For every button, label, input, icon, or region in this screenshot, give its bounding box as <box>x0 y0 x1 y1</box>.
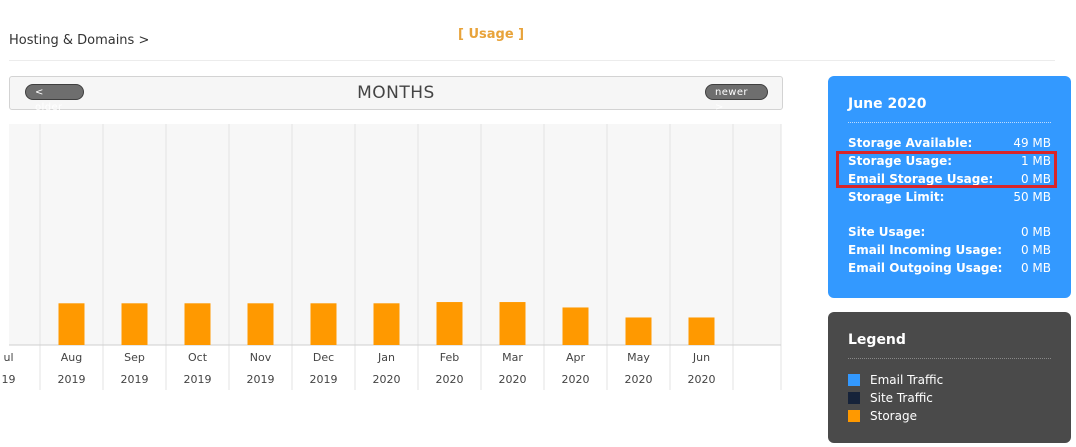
legend-panel: Legend Email Traffic Site Traffic Storag… <box>828 312 1071 443</box>
bar-feb-2020[interactable] <box>436 302 463 345</box>
bar-jan-2020[interactable] <box>373 303 400 345</box>
x-tick-month: Oct <box>188 351 208 364</box>
x-tick-month: Dec <box>313 351 334 364</box>
top-divider <box>9 60 1055 61</box>
x-tick-month: Jun <box>692 351 710 364</box>
bar-jun-2020[interactable] <box>688 317 715 345</box>
info-value: 0 MB <box>1020 243 1051 257</box>
x-tick-month: Sep <box>124 351 145 364</box>
x-tick-month: Apr <box>566 351 586 364</box>
x-tick-year: 2019 <box>247 373 275 386</box>
x-tick-year: 2020 <box>436 373 464 386</box>
x-tick-year: 2020 <box>562 373 590 386</box>
x-tick-year: 2019 <box>58 373 86 386</box>
legend-divider <box>848 358 1051 359</box>
usage-tab[interactable]: [ Usage ] <box>458 27 524 42</box>
info-row-email-outgoing-usage: Email Outgoing Usage: 0 MB <box>848 261 1051 277</box>
info-value: 0 MB <box>1020 225 1051 239</box>
info-row-storage-available: Storage Available: 49 MB <box>848 136 1051 152</box>
newer-button[interactable]: newer > <box>705 84 768 113</box>
x-tick-year: 2019 <box>310 373 338 386</box>
highlight-box <box>836 151 1057 188</box>
x-tick-year: 2020 <box>499 373 527 386</box>
info-row-email-incoming-usage: Email Incoming Usage: 0 MB <box>848 243 1051 259</box>
legend-label: Site Traffic <box>870 391 933 405</box>
info-label: Site Usage: <box>848 225 926 239</box>
info-label: Storage Available: <box>848 136 973 150</box>
bar-may-2020[interactable] <box>625 317 652 345</box>
legend-title: Legend <box>848 332 906 348</box>
x-tick-year: 19 <box>2 373 16 386</box>
x-tick-year: 2019 <box>184 373 212 386</box>
breadcrumb[interactable]: Hosting & Domains > <box>9 33 149 48</box>
info-row-storage-limit: Storage Limit: 50 MB <box>848 190 1051 206</box>
info-label: Email Outgoing Usage: <box>848 261 1003 275</box>
info-divider <box>848 122 1051 123</box>
x-tick-month: May <box>627 351 650 364</box>
info-label: Email Incoming Usage: <box>848 243 1003 257</box>
x-tick-month: Feb <box>440 351 459 364</box>
legend-label: Storage <box>870 409 917 423</box>
bar-mar-2020[interactable] <box>499 302 526 345</box>
legend-swatch <box>848 410 860 422</box>
bar-oct-2019[interactable] <box>184 303 211 345</box>
bar-aug-2019[interactable] <box>58 303 85 345</box>
bar-nov-2019[interactable] <box>247 303 274 345</box>
months-title: MONTHS <box>357 83 435 103</box>
info-value: 0 MB <box>1020 261 1051 275</box>
x-tick-year: 2020 <box>373 373 401 386</box>
x-tick-month: Nov <box>250 351 272 364</box>
bar-sep-2019[interactable] <box>121 303 148 345</box>
x-tick-month: Mar <box>502 351 523 364</box>
legend-swatch <box>848 374 860 386</box>
x-tick-month: Aug <box>61 351 82 364</box>
bar-dec-2019[interactable] <box>310 303 337 345</box>
x-tick-year: 2020 <box>688 373 716 386</box>
info-row-site-usage: Site Usage: 0 MB <box>848 225 1051 241</box>
months-nav-bar: < older MONTHS newer > <box>9 76 783 113</box>
bar-apr-2020[interactable] <box>562 307 589 345</box>
usage-chart: ul 19 Aug 2019 Sep 2019 Oct 2019 Nov 2019 Dec 2019 J… <box>2 124 782 390</box>
legend-swatch <box>848 392 860 404</box>
x-tick-month: ul <box>3 351 13 364</box>
info-value: 50 MB <box>1013 190 1051 204</box>
x-tick-month: Jan <box>377 351 395 364</box>
info-title: June 2020 <box>848 96 927 112</box>
x-tick-year: 2019 <box>121 373 149 386</box>
info-value: 49 MB <box>1013 136 1051 150</box>
info-label: Storage Limit: <box>848 190 945 204</box>
legend-label: Email Traffic <box>870 373 944 387</box>
x-tick-year: 2020 <box>625 373 653 386</box>
